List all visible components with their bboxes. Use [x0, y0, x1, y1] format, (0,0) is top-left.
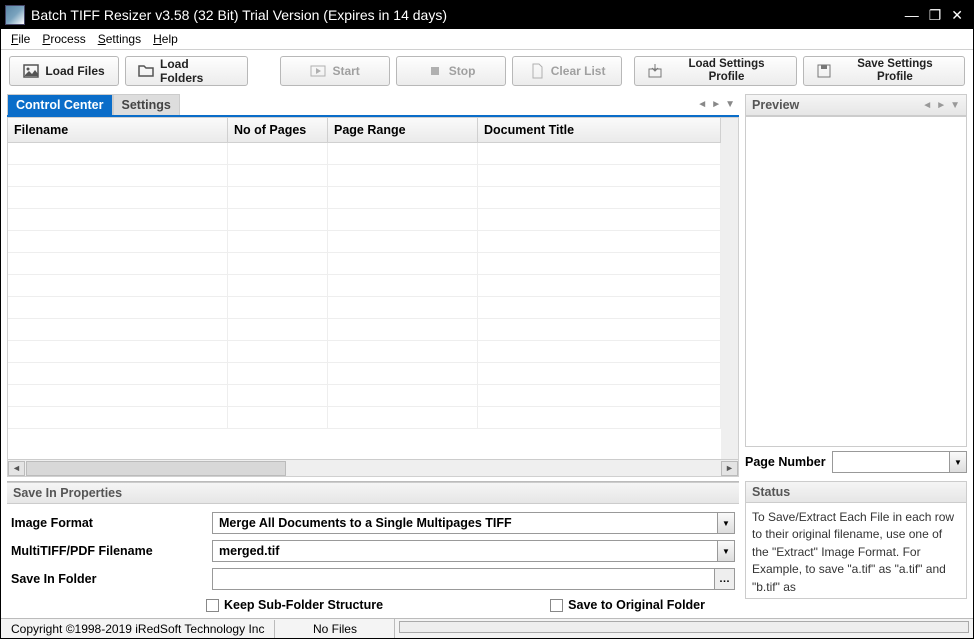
app-icon	[5, 5, 25, 25]
tab-control-center[interactable]: Control Center	[7, 94, 113, 115]
image-format-input[interactable]	[212, 512, 718, 534]
scroll-left-icon[interactable]: ◄	[8, 461, 25, 476]
page-number-label: Page Number	[745, 455, 826, 469]
save-in-properties-heading: Save In Properties	[7, 482, 739, 504]
clear-list-button[interactable]: Clear List	[512, 56, 622, 86]
close-button[interactable]: ✕	[951, 7, 963, 24]
browse-button[interactable]: …	[715, 568, 735, 590]
toolbar: Load Files Load Folders Start Stop Clear…	[1, 50, 973, 92]
status-text: To Save/Extract Each File in each row to…	[745, 503, 967, 599]
checkbox-icon	[206, 599, 219, 612]
multitiff-filename-input[interactable]	[212, 540, 718, 562]
save-in-folder-label: Save In Folder	[11, 572, 206, 586]
status-heading: Status	[745, 481, 967, 503]
statusbar: Copyright ©1998-2019 iRedSoft Technology…	[1, 618, 973, 638]
multitiff-filename-field[interactable]: ▼	[212, 540, 735, 562]
chevron-down-icon[interactable]: ▼	[949, 452, 966, 472]
tab-scroll-left-icon[interactable]: ◄	[697, 99, 707, 110]
save-settings-profile-button[interactable]: Save Settings Profile	[803, 56, 965, 86]
main-tabs: Control Center Settings ◄ ► ▼	[7, 94, 739, 117]
tab-settings[interactable]: Settings	[113, 94, 180, 115]
stop-button[interactable]: Stop	[396, 56, 506, 86]
col-no-of-pages[interactable]: No of Pages	[228, 118, 328, 142]
tab-dropdown-icon[interactable]: ▼	[725, 99, 735, 110]
load-files-button[interactable]: Load Files	[9, 56, 119, 86]
tab-scroll-right-icon[interactable]: ►	[711, 99, 721, 110]
preview-scroll-left-icon[interactable]: ◄	[922, 100, 932, 111]
save-original-folder-checkbox[interactable]: Save to Original Folder	[550, 598, 705, 612]
keep-subfolder-checkbox[interactable]: Keep Sub-Folder Structure	[206, 598, 383, 612]
load-profile-icon	[647, 63, 663, 79]
preview-heading: Preview ◄ ► ▼	[745, 94, 967, 116]
multitiff-filename-label: MultiTIFF/PDF Filename	[11, 544, 206, 558]
preview-dropdown-icon[interactable]: ▼	[950, 100, 960, 111]
preview-scroll-right-icon[interactable]: ►	[936, 100, 946, 111]
horizontal-scrollbar[interactable]: ◄ ►	[8, 459, 738, 476]
save-in-folder-field[interactable]: …	[212, 568, 735, 590]
image-format-label: Image Format	[11, 516, 206, 530]
progress-cell	[394, 619, 973, 638]
stop-icon	[427, 63, 443, 79]
checkbox-icon	[550, 599, 563, 612]
save-profile-icon	[816, 63, 832, 79]
start-button[interactable]: Start	[280, 56, 390, 86]
load-settings-profile-button[interactable]: Load Settings Profile	[634, 56, 797, 86]
vertical-scrollbar[interactable]	[721, 118, 738, 459]
load-folders-button[interactable]: Load Folders	[125, 56, 248, 86]
col-page-range[interactable]: Page Range	[328, 118, 478, 142]
chevron-down-icon[interactable]: ▼	[718, 540, 735, 562]
progress-bar	[399, 621, 969, 633]
maximize-button[interactable]: ❐	[929, 7, 942, 24]
table-body[interactable]	[8, 143, 721, 459]
scroll-right-icon[interactable]: ►	[721, 461, 738, 476]
col-document-title[interactable]: Document Title	[478, 118, 721, 142]
image-icon	[23, 63, 39, 79]
menu-process[interactable]: Process	[42, 32, 85, 46]
chevron-down-icon[interactable]: ▼	[718, 512, 735, 534]
titlebar: Batch TIFF Resizer v3.58 (32 Bit) Trial …	[1, 1, 973, 29]
col-filename[interactable]: Filename	[8, 118, 228, 142]
page-number-select[interactable]: ▼	[832, 451, 967, 473]
window-title: Batch TIFF Resizer v3.58 (32 Bit) Trial …	[31, 7, 905, 23]
preview-area	[745, 116, 967, 447]
menu-file[interactable]: File	[11, 32, 30, 46]
folder-icon	[138, 63, 154, 79]
app-window: Batch TIFF Resizer v3.58 (32 Bit) Trial …	[0, 0, 974, 639]
document-icon	[529, 63, 545, 79]
menubar: File Process Settings Help	[1, 29, 973, 50]
minimize-button[interactable]: —	[905, 7, 919, 24]
scrollbar-thumb[interactable]	[26, 461, 286, 476]
save-in-folder-input[interactable]	[212, 568, 715, 590]
file-count-text: No Files	[274, 620, 394, 638]
menu-settings[interactable]: Settings	[98, 32, 141, 46]
file-table: Filename No of Pages Page Range Document…	[7, 117, 739, 477]
image-format-select[interactable]: ▼	[212, 512, 735, 534]
menu-help[interactable]: Help	[153, 32, 178, 46]
play-icon	[310, 63, 326, 79]
copyright-text: Copyright ©1998-2019 iRedSoft Technology…	[1, 620, 274, 638]
